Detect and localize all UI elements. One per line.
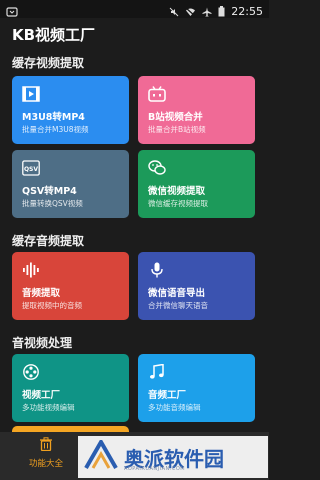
wechat-icon	[148, 160, 166, 176]
audio-wave-icon	[22, 262, 40, 278]
film-reel-icon	[22, 364, 40, 380]
status-bar: 22:55	[0, 0, 269, 18]
section-title-audio-cache: 缓存音频提取	[12, 234, 85, 248]
clock: 22:55	[231, 5, 263, 18]
video-merge-icon	[22, 86, 40, 102]
app-title: KB视频工厂	[12, 26, 96, 44]
section-title-video-cache: 缓存视频提取	[12, 56, 85, 70]
watermark-subtext: AOPAIRUANJIAN.COM	[124, 466, 186, 472]
card-qsv-to-mp4[interactable]: QSV QSV转MP4 批量转换QSV视频	[12, 150, 129, 218]
watermark-logo-icon	[84, 437, 118, 474]
nav-label: 功能大全	[28, 459, 63, 469]
nav-item-all-features[interactable]: 功能大全	[20, 434, 72, 478]
qsv-icon: QSV	[22, 160, 40, 176]
card-wechat-video[interactable]: 微信视频提取 微信缓存视频提取	[138, 150, 255, 218]
svg-text:QSV: QSV	[24, 166, 38, 173]
watermark: 奥派软件园 AOPAIRUANJIAN.COM	[78, 436, 268, 478]
section-title-av-processing: 音视频处理	[12, 336, 73, 350]
music-note-icon	[148, 363, 166, 380]
card-audio-extract[interactable]: 音频提取 提取视频中的音频	[12, 252, 129, 320]
microphone-icon	[148, 262, 166, 278]
card-video-factory[interactable]: 视频工厂 多功能视频编辑	[12, 354, 129, 422]
trash-icon	[20, 436, 72, 455]
card-wechat-voice-export[interactable]: 微信语音导出 合并微信聊天语音	[138, 252, 255, 320]
bilibili-icon	[148, 86, 166, 102]
card-audio-factory[interactable]: 音频工厂 多功能音频编辑	[138, 354, 255, 422]
card-bilibili-merge[interactable]: B站视频合并 批量合并B站视频	[138, 76, 255, 144]
app-bar: KB视频工厂	[0, 18, 269, 50]
card-m3u8-to-mp4[interactable]: M3U8转MP4 批量合并M3U8视频	[12, 76, 129, 144]
